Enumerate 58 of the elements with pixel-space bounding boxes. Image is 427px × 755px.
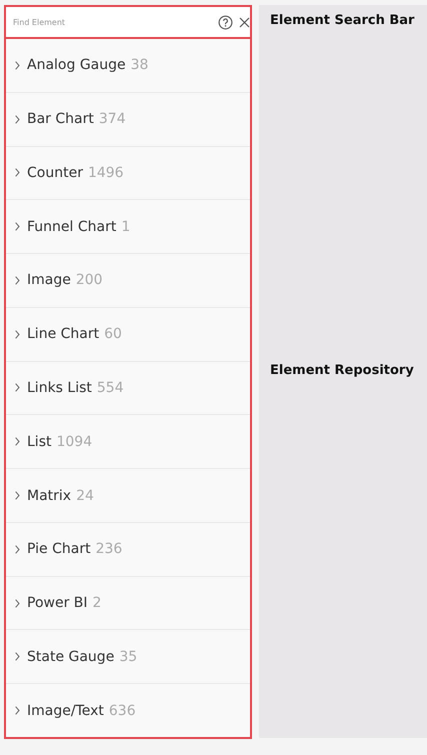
element-row[interactable]: Image 200	[6, 254, 250, 308]
element-row[interactable]: Bar Chart 374	[6, 92, 250, 147]
close-icon[interactable]	[239, 16, 250, 28]
element-name: Counter	[27, 164, 83, 181]
chevron-icon	[15, 330, 20, 339]
element-row[interactable]: Funnel Chart 1	[6, 200, 250, 254]
chevron-icon	[15, 437, 20, 446]
chevron-icon	[15, 598, 20, 608]
search-field[interactable]: Find Element	[4, 5, 252, 39]
help-icon[interactable]	[218, 14, 233, 30]
element-name: Bar Chart	[27, 111, 94, 128]
element-name: Line Chart	[27, 326, 100, 342]
chevron-icon	[15, 168, 20, 178]
element-count: 60	[104, 326, 122, 342]
element-row[interactable]: Analog Gauge 38	[6, 39, 250, 93]
element-count: 2	[92, 595, 102, 612]
element-name: Pie Chart	[27, 541, 91, 558]
element-count: 1094	[56, 434, 92, 450]
element-count: 24	[76, 488, 94, 504]
element-count: 35	[119, 648, 138, 665]
chevron-icon	[15, 114, 20, 124]
element-name: Analog Gauge	[27, 57, 126, 74]
annotation-label: Element Search Bar	[270, 13, 416, 28]
element-name: Matrix	[27, 488, 72, 504]
element-count: 554	[96, 380, 124, 396]
element-count: 38	[130, 57, 148, 74]
chevron-icon	[15, 222, 20, 232]
chevron-icon	[15, 60, 20, 70]
element-row[interactable]: State Gauge 35	[6, 630, 250, 684]
element-count: 374	[98, 111, 126, 128]
chevron-icon	[15, 383, 20, 392]
element-count: 1	[121, 218, 130, 235]
element-count: 236	[96, 541, 122, 558]
element-row[interactable]: Image/Text 636	[6, 684, 250, 737]
element-count: 1496	[88, 164, 124, 181]
element-row[interactable]: Counter 1496	[6, 146, 250, 200]
chevron-icon	[15, 544, 20, 554]
element-row[interactable]: Line Chart 60	[6, 308, 250, 362]
annotation-label: Element Repository	[270, 363, 415, 378]
chevron-icon	[15, 706, 20, 716]
element-row[interactable]: List 1094	[6, 415, 250, 470]
element-row[interactable]: Pie Chart 236	[6, 522, 250, 577]
element-name: Links List	[27, 380, 92, 396]
element-name: Funnel Chart	[27, 218, 116, 235]
element-row[interactable]: Matrix 24	[6, 469, 250, 523]
chevron-icon	[15, 491, 20, 500]
element-name: State Gauge	[27, 648, 114, 665]
element-count: 636	[108, 702, 136, 719]
element-name: Image/Text	[27, 702, 104, 719]
chevron-icon	[15, 276, 20, 285]
chevron-icon	[15, 652, 20, 662]
element-count: 200	[76, 272, 103, 288]
element-name: Image	[27, 272, 71, 288]
element-name: List	[27, 434, 52, 450]
search-input[interactable]: Find Element	[11, 16, 212, 28]
element-row[interactable]: Power BI 2	[6, 576, 250, 630]
element-row[interactable]: Links List 554	[6, 362, 250, 416]
element-name: Power BI	[27, 595, 88, 612]
